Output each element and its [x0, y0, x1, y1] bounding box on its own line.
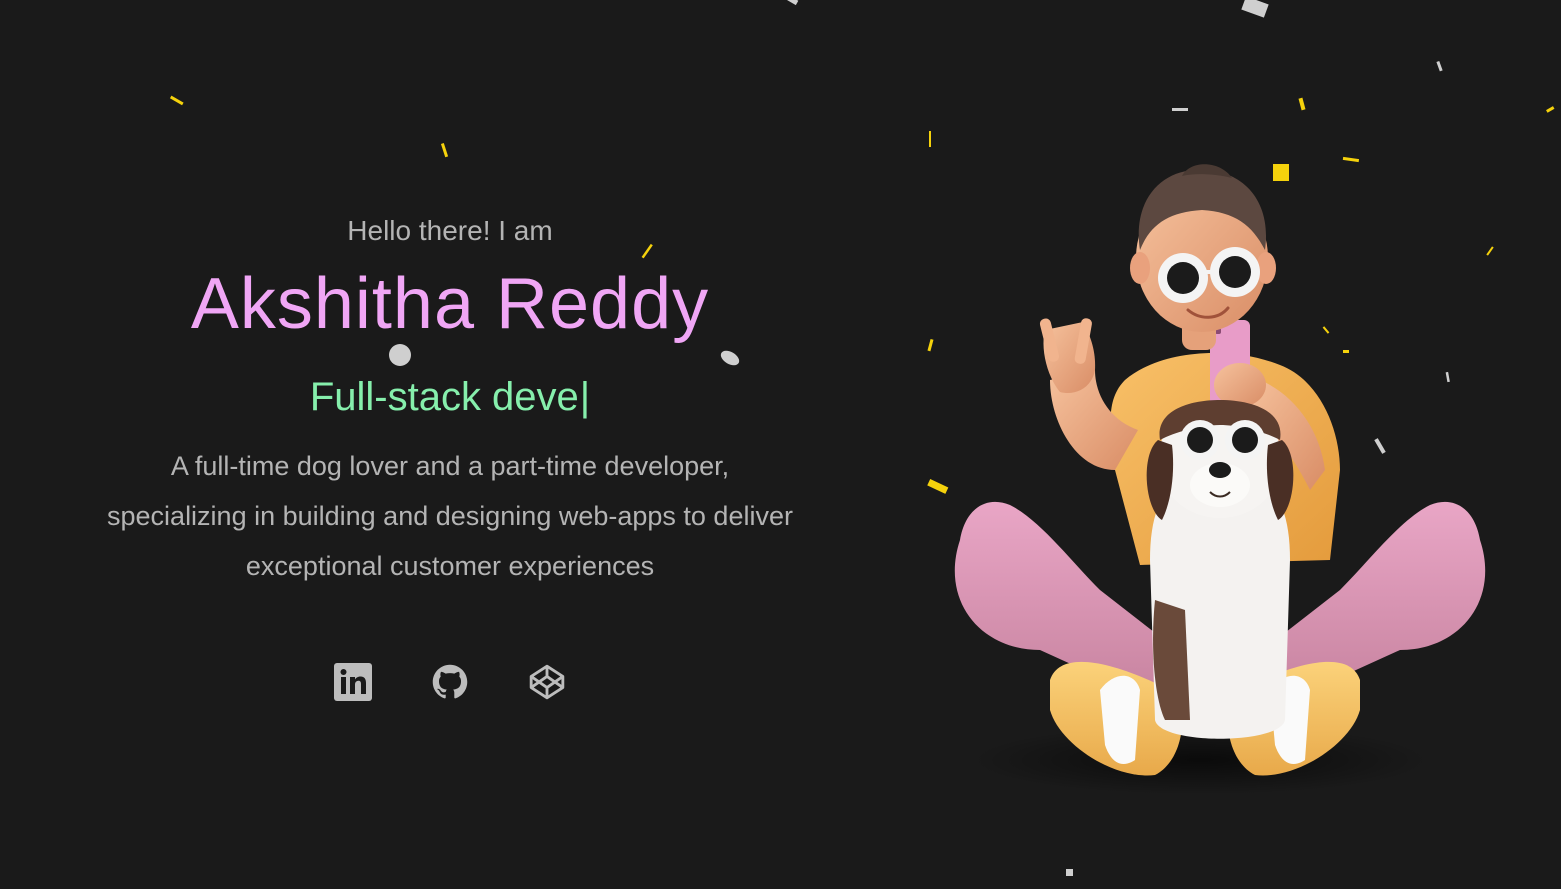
bio-line: exceptional customer experiences: [245, 551, 655, 581]
social-links: [0, 660, 900, 704]
codepen-link[interactable]: [525, 660, 569, 704]
github-link[interactable]: [428, 660, 472, 704]
linkedin-link[interactable]: [331, 660, 375, 704]
bio-line: specializing in building and designing w…: [107, 501, 793, 531]
linkedin-icon: [334, 663, 372, 701]
greeting-text: Hello there! I am: [347, 215, 553, 246]
bio-paragraph: A full-time dog lover and a part-time de…: [40, 441, 860, 591]
codepen-icon: [529, 664, 565, 700]
hero-name: Akshitha Reddy: [190, 264, 710, 344]
typed-role: Full-stack deve|: [0, 374, 900, 420]
bio-line: A full-time dog lover and a part-time de…: [170, 451, 730, 481]
developer-with-dog-illustration: [954, 164, 1486, 795]
typing-caret: |: [579, 375, 591, 419]
hero-section: Hello there! I am Akshitha Reddy Full-st…: [0, 0, 900, 889]
typed-role-text: Full-stack deve: [309, 375, 579, 419]
github-icon: [432, 664, 468, 699]
